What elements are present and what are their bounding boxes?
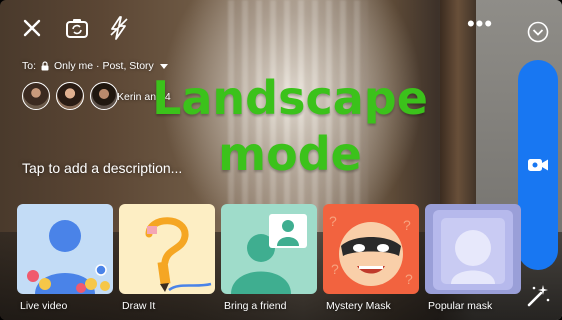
effect-live-video[interactable] (17, 204, 113, 294)
effect-popular-mask[interactable] (425, 204, 521, 294)
chevron-down-circle-icon[interactable] (526, 20, 550, 44)
avatar (56, 82, 84, 110)
popular-mask-thumbnail (433, 210, 513, 290)
svg-text:?: ? (405, 271, 413, 287)
magic-wand-icon[interactable] (524, 282, 552, 310)
go-live-button[interactable] (518, 60, 558, 270)
effect-label: Live video (20, 300, 68, 312)
avatar (90, 82, 118, 110)
avatar (22, 82, 50, 110)
mystery-mask-thumbnail: ? ? ? ? (329, 213, 413, 287)
overlay-line-1: Landscape (152, 71, 428, 125)
video-camera-icon (528, 159, 548, 171)
svg-text:?: ? (329, 213, 337, 229)
effects-tray: ? ? ? ? (17, 204, 521, 294)
svg-text:?: ? (403, 217, 411, 233)
effect-label: Popular mask (428, 300, 493, 312)
draw-it-thumbnail (145, 217, 212, 292)
effect-bring-a-friend[interactable] (221, 204, 317, 294)
landscape-mode-overlay: Landscape mode (120, 70, 460, 182)
audience-prefix: To: (22, 60, 37, 72)
overlay-line-2: mode (218, 127, 362, 181)
camera-flip-icon[interactable] (64, 16, 90, 40)
effect-label: Bring a friend (224, 300, 287, 312)
svg-text:?: ? (331, 261, 339, 277)
tagged-friends-avatars[interactable] (22, 82, 118, 110)
close-icon[interactable] (20, 16, 44, 40)
effect-label: Draw It (122, 300, 156, 312)
effects-labels: Live video Draw It Bring a friend Myster… (0, 300, 562, 320)
effect-draw-it[interactable] (119, 204, 215, 294)
camera-screen: ••• To: Only me · Post, Story Kerin and … (0, 0, 562, 320)
flash-off-icon[interactable] (106, 14, 132, 42)
caret-down-icon (159, 63, 168, 69)
lock-icon (41, 61, 49, 71)
more-options-icon[interactable]: ••• (467, 11, 492, 36)
bring-a-friend-thumbnail (231, 214, 307, 294)
live-video-thumbnail (27, 220, 110, 294)
effect-mystery-mask[interactable]: ? ? ? ? (323, 204, 419, 294)
effect-label: Mystery Mask (326, 300, 391, 312)
